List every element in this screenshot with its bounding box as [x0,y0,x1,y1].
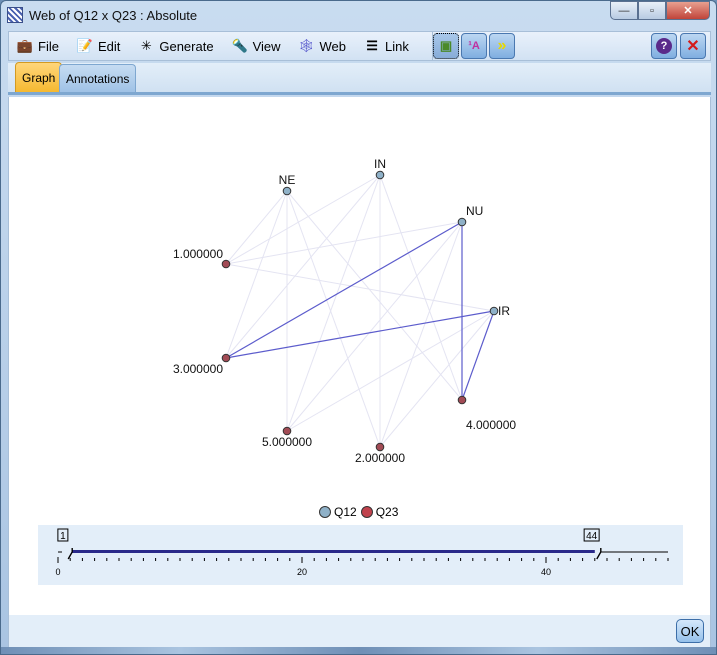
slider-tick-label-40: 40 [541,567,551,577]
q12-node-IN[interactable] [375,170,385,180]
generate-icon: ✳ [140,38,152,53]
menu-link[interactable]: ☰ Link [356,34,419,58]
strong-link-IR-4[interactable] [461,310,495,401]
weak-link-NE-1[interactable] [225,190,288,265]
slider-high-value: 44 [586,531,598,542]
link-lines-icon: ☰ [366,38,378,53]
web-graph[interactable]: NE IN NU IR 1.000000 3.000000 5.000000 2.000000… [9,97,712,497]
link-threshold-slider-panel: 0 20 40 1 44 [38,525,683,585]
menu-bar: 💼 File 📝 Edit ✳ Generate 🔦 View 🕸 Web ☰ … [8,31,711,61]
q23-node-5[interactable] [282,426,292,436]
window-bottom-edge [1,647,716,654]
slider-low-value: 1 [60,531,66,542]
q23-node-label-1: 1.000000 [173,247,223,261]
q12-node-NU[interactable] [457,217,467,227]
menu-edit[interactable]: 📝 Edit [69,34,130,58]
title-bar[interactable]: Web of Q12 x Q23 : Absolute — ▫ ✕ [1,1,716,29]
weak-link-IN-4[interactable] [379,174,463,401]
q23-node-label-4: 4.000000 [466,418,516,432]
help-button[interactable]: ? [651,33,677,59]
select-mode-button[interactable]: ▣ [433,33,459,59]
edit-icon: 📝 [76,38,94,53]
link-threshold-slider[interactable]: 0 20 40 1 44 [38,525,683,585]
legend-item-q23: Q23 [360,505,399,519]
close-icon: ✕ [686,38,700,55]
close-panel-button[interactable]: ✕ [680,33,706,59]
legend-swatch-q23 [360,506,373,518]
menu-generate-label: Generate [159,38,214,54]
tab-graph[interactable]: Graph [15,62,63,92]
legend-label-q12: Q12 [334,505,357,519]
menu-edit-label: Edit [97,38,121,54]
q12-node-IR[interactable] [489,306,499,316]
q12-node-label-IN: IN [374,157,386,171]
legend-swatch-q12 [319,506,331,518]
menu-link-label: Link [385,38,409,54]
legend: Q12 Q23 [319,505,402,519]
weak-link-NE-3[interactable] [225,190,288,359]
slider-tick-label-0: 0 [55,567,60,577]
q23-node-4[interactable] [457,395,467,405]
menu-file-label: File [38,38,59,54]
window-title: Web of Q12 x Q23 : Absolute [29,7,198,23]
double-chevron-icon: » [497,37,507,54]
legend-item-q12: Q12 [319,505,357,519]
web-icon: 🕸 [298,38,315,53]
menu-web[interactable]: 🕸 Web [291,34,357,58]
graph-panel: NE IN NU IR 1.000000 3.000000 5.000000 2.000000… [8,97,711,615]
weak-link-NU-5[interactable] [286,221,463,432]
help-icon: ? [656,38,672,54]
slider-tick-label-20: 20 [297,567,307,577]
menu-generate[interactable]: ✳ Generate [130,34,223,58]
maximize-button[interactable]: ▫ [638,1,666,20]
weak-link-IR-1[interactable] [225,263,495,312]
menu-web-label: Web [319,38,347,54]
legend-label-q23: Q23 [375,505,399,519]
q23-node-label-3: 3.000000 [173,362,223,376]
slider-low-handle[interactable] [67,548,73,560]
q23-node-1[interactable] [221,259,231,269]
menu-view[interactable]: 🔦 View [224,34,291,58]
q12-node-label-NE: NE [279,173,296,187]
q12-node-label-NU: NU [466,204,483,218]
menu-file[interactable]: 💼 File [9,34,69,58]
tab-annotations[interactable]: Annotations [59,64,137,92]
footer: OK [8,615,711,649]
web-app-icon [7,7,23,23]
weak-link-NE-2[interactable] [286,190,381,448]
ok-button[interactable]: OK [676,619,704,643]
weak-link-NU-2[interactable] [379,221,463,448]
briefcase-icon: 💼 [16,38,34,53]
flashlight-icon: 🔦 [231,38,248,53]
tab-bar: Graph Annotations [8,62,711,95]
q23-node-3[interactable] [221,353,231,363]
sort-button[interactable]: ¹A [461,33,487,59]
q12-node-NE[interactable] [282,186,292,196]
weak-link-IN-5[interactable] [286,174,381,432]
slider-selected-range[interactable] [72,550,595,553]
weak-link-NE-4[interactable] [286,190,463,401]
q23-node-label-5: 5.000000 [262,435,312,449]
menu-view-label: View [252,38,281,54]
close-window-button[interactable]: ✕ [666,1,710,20]
select-icon: ▣ [439,38,453,53]
minimize-button[interactable]: — [610,1,638,20]
slider-high-handle[interactable] [596,548,602,560]
weak-link-IN-3[interactable] [225,174,381,359]
q23-node-label-2: 2.000000 [355,451,405,465]
q12-node-label-IR: IR [498,304,510,318]
web-graph-window: Web of Q12 x Q23 : Absolute — ▫ ✕ 💼 File… [0,0,717,655]
q23-node-2[interactable] [375,442,385,452]
more-button[interactable]: » [489,33,515,59]
sort-icon: ¹A [468,40,480,52]
